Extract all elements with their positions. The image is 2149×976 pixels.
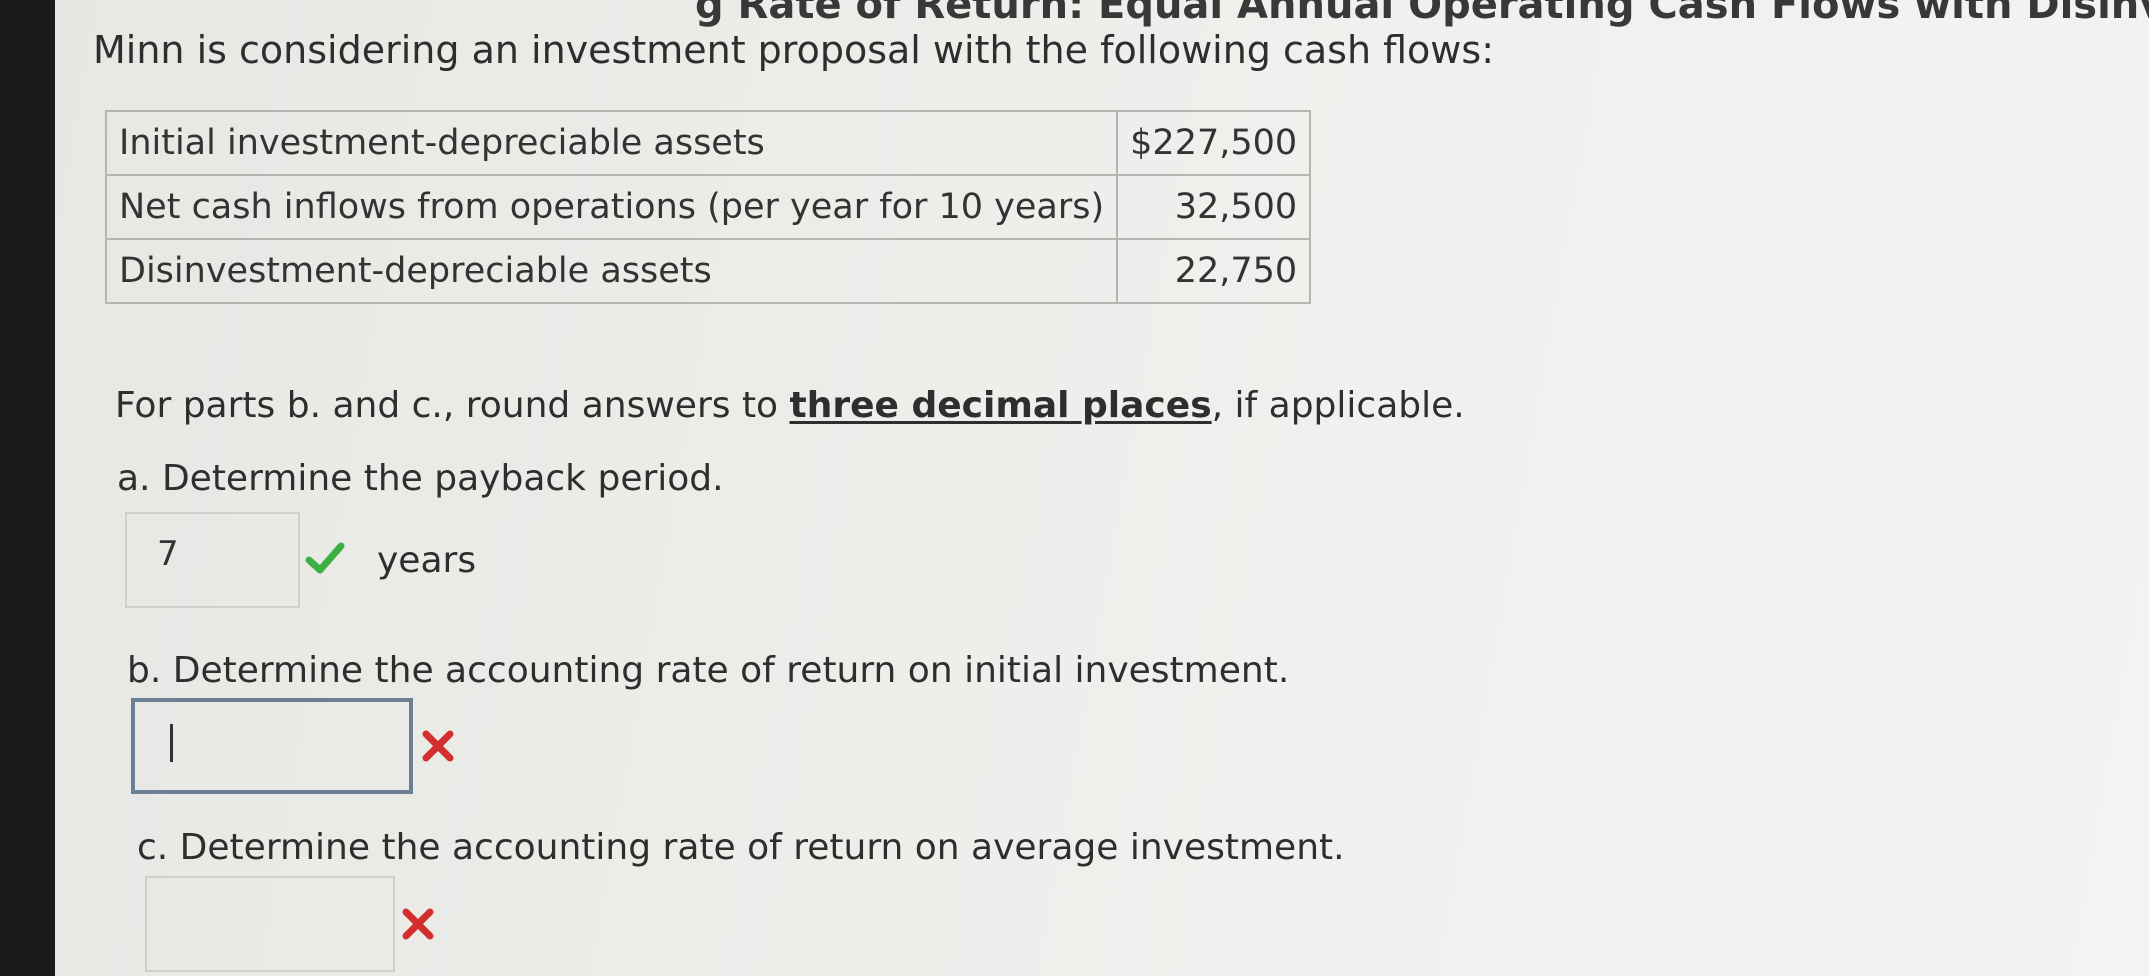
- cash-flow-amount: 22,750: [1116, 238, 1312, 304]
- text-caret: [170, 724, 173, 762]
- cash-flow-amount: $227,500: [1116, 110, 1312, 176]
- arr-initial-investment-input[interactable]: [131, 698, 413, 794]
- problem-intro: Minn is considering an investment propos…: [93, 28, 1494, 72]
- rounding-instruction: For parts b. and c., round answers to th…: [115, 385, 1465, 426]
- instruction-suffix: , if applicable.: [1211, 385, 1465, 426]
- problem-title-banner: g Rate of Return: Equal Annual Operating…: [695, 0, 2149, 28]
- table-row: Initial investment-depreciable assets $2…: [104, 110, 1312, 176]
- arr-average-investment-input[interactable]: [145, 876, 395, 972]
- payback-unit-label: years: [377, 540, 477, 581]
- cash-flow-label: Disinvestment-depreciable assets: [104, 238, 1119, 304]
- table-row: Net cash inflows from operations (per ye…: [104, 174, 1312, 240]
- cash-flow-table: Initial investment-depreciable assets $2…: [104, 110, 1312, 304]
- instruction-prefix: For parts b. and c., round answers to: [115, 385, 790, 426]
- cross-icon: [402, 908, 434, 940]
- table-row: Disinvestment-depreciable assets 22,750: [104, 238, 1312, 304]
- instruction-emphasis: three decimal places: [789, 385, 1212, 426]
- part-b-question: b. Determine the accounting rate of retu…: [127, 650, 1290, 691]
- payback-period-input[interactable]: 7: [125, 512, 300, 608]
- problem-screen: g Rate of Return: Equal Annual Operating…: [55, 0, 2149, 976]
- cross-icon: [422, 730, 454, 762]
- cash-flow-label: Net cash inflows from operations (per ye…: [104, 174, 1119, 240]
- cash-flow-label: Initial investment-depreciable assets: [104, 110, 1119, 176]
- cash-flow-amount: 32,500: [1116, 174, 1312, 240]
- checkmark-icon: [305, 542, 345, 574]
- part-c-question: c. Determine the accounting rate of retu…: [137, 827, 1345, 868]
- part-a-question: a. Determine the payback period.: [117, 458, 724, 499]
